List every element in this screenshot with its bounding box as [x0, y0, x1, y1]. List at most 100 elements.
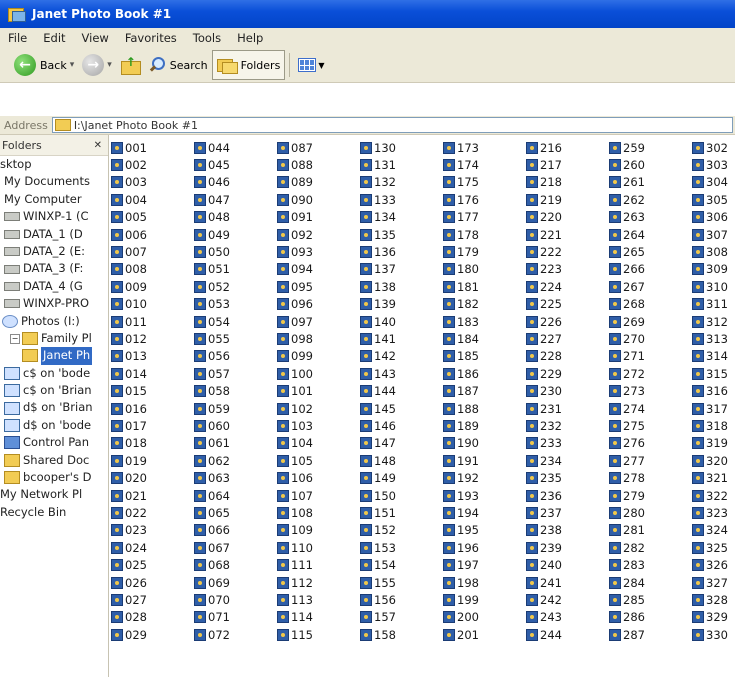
file-item[interactable]: 099 [277, 348, 313, 365]
file-item[interactable]: 185 [443, 348, 479, 365]
file-item[interactable]: 181 [443, 278, 479, 295]
file-item[interactable]: 329 [692, 609, 728, 626]
file-item[interactable]: 320 [692, 452, 728, 469]
file-item[interactable]: 023 [111, 522, 147, 539]
address-input[interactable]: I:\Janet Photo Book #1 [51, 117, 733, 133]
tree-item[interactable]: Janet Ph [0, 347, 108, 365]
file-item[interactable]: 285 [609, 591, 645, 608]
file-item[interactable]: 137 [360, 261, 396, 278]
file-item[interactable]: 103 [277, 417, 313, 434]
file-item[interactable]: 003 [111, 174, 147, 191]
tree-item[interactable]: c$ on 'bode [0, 365, 108, 382]
file-item[interactable]: 198 [443, 574, 479, 591]
file-item[interactable]: 311 [692, 296, 728, 313]
file-item[interactable]: 272 [609, 365, 645, 382]
tree-item[interactable]: sktop [0, 156, 108, 173]
file-item[interactable]: 238 [526, 522, 562, 539]
file-item[interactable]: 112 [277, 574, 313, 591]
tree-item[interactable]: Shared Doc [0, 452, 108, 469]
file-item[interactable]: 069 [194, 574, 230, 591]
file-item[interactable]: 100 [277, 365, 313, 382]
file-item[interactable]: 049 [194, 226, 230, 243]
file-item[interactable]: 144 [360, 383, 396, 400]
file-item[interactable]: 107 [277, 487, 313, 504]
file-item[interactable]: 151 [360, 504, 396, 521]
file-item[interactable]: 097 [277, 313, 313, 330]
file-item[interactable]: 199 [443, 591, 479, 608]
file-item[interactable]: 067 [194, 539, 230, 556]
file-item[interactable]: 108 [277, 504, 313, 521]
file-item[interactable]: 056 [194, 348, 230, 365]
file-item[interactable]: 158 [360, 626, 396, 643]
file-item[interactable]: 308 [692, 243, 728, 260]
file-item[interactable]: 145 [360, 400, 396, 417]
file-item[interactable]: 330 [692, 626, 728, 643]
file-item[interactable]: 140 [360, 313, 396, 330]
file-item[interactable]: 325 [692, 539, 728, 556]
file-item[interactable]: 070 [194, 591, 230, 608]
file-item[interactable]: 217 [526, 156, 562, 173]
tree-item[interactable]: DATA_2 (E: [0, 243, 108, 260]
file-item[interactable]: 095 [277, 278, 313, 295]
file-item[interactable]: 262 [609, 191, 645, 208]
file-item[interactable]: 027 [111, 591, 147, 608]
file-item[interactable]: 184 [443, 330, 479, 347]
file-item[interactable]: 050 [194, 243, 230, 260]
file-item[interactable]: 071 [194, 609, 230, 626]
file-item[interactable]: 230 [526, 383, 562, 400]
file-item[interactable]: 177 [443, 209, 479, 226]
file-item[interactable]: 265 [609, 243, 645, 260]
file-item[interactable]: 012 [111, 330, 147, 347]
file-item[interactable]: 006 [111, 226, 147, 243]
menu-tools[interactable]: Tools [185, 31, 229, 45]
file-item[interactable]: 287 [609, 626, 645, 643]
file-item[interactable]: 232 [526, 417, 562, 434]
file-item[interactable]: 013 [111, 348, 147, 365]
file-item[interactable]: 018 [111, 435, 147, 452]
file-item[interactable]: 267 [609, 278, 645, 295]
file-item[interactable]: 065 [194, 504, 230, 521]
file-item[interactable]: 193 [443, 487, 479, 504]
tree-item[interactable]: Photos (I:) [0, 313, 108, 330]
file-item[interactable]: 150 [360, 487, 396, 504]
file-item[interactable]: 271 [609, 348, 645, 365]
file-item[interactable]: 008 [111, 261, 147, 278]
menu-file[interactable]: File [0, 31, 35, 45]
tree-item[interactable]: bcooper's D [0, 469, 108, 486]
file-item[interactable]: 134 [360, 209, 396, 226]
file-item[interactable]: 131 [360, 156, 396, 173]
file-item[interactable]: 152 [360, 522, 396, 539]
menu-help[interactable]: Help [229, 31, 271, 45]
file-item[interactable]: 063 [194, 470, 230, 487]
file-item[interactable]: 132 [360, 174, 396, 191]
file-item[interactable]: 218 [526, 174, 562, 191]
file-item[interactable]: 274 [609, 400, 645, 417]
file-item[interactable]: 197 [443, 557, 479, 574]
file-item[interactable]: 240 [526, 557, 562, 574]
file-item[interactable]: 046 [194, 174, 230, 191]
file-item[interactable]: 114 [277, 609, 313, 626]
file-item[interactable]: 221 [526, 226, 562, 243]
file-item[interactable]: 015 [111, 383, 147, 400]
file-item[interactable]: 087 [277, 139, 313, 156]
file-item[interactable]: 286 [609, 609, 645, 626]
file-item[interactable]: 234 [526, 452, 562, 469]
file-item[interactable]: 068 [194, 557, 230, 574]
file-item[interactable]: 133 [360, 191, 396, 208]
file-item[interactable]: 029 [111, 626, 147, 643]
file-item[interactable]: 190 [443, 435, 479, 452]
file-item[interactable]: 093 [277, 243, 313, 260]
file-item[interactable]: 318 [692, 417, 728, 434]
file-item[interactable]: 237 [526, 504, 562, 521]
file-item[interactable]: 178 [443, 226, 479, 243]
file-item[interactable]: 002 [111, 156, 147, 173]
file-item[interactable]: 189 [443, 417, 479, 434]
file-item[interactable]: 244 [526, 626, 562, 643]
file-item[interactable]: 051 [194, 261, 230, 278]
file-item[interactable]: 200 [443, 609, 479, 626]
file-item[interactable]: 148 [360, 452, 396, 469]
file-item[interactable]: 115 [277, 626, 313, 643]
file-item[interactable]: 231 [526, 400, 562, 417]
file-item[interactable]: 306 [692, 209, 728, 226]
file-item[interactable]: 060 [194, 417, 230, 434]
